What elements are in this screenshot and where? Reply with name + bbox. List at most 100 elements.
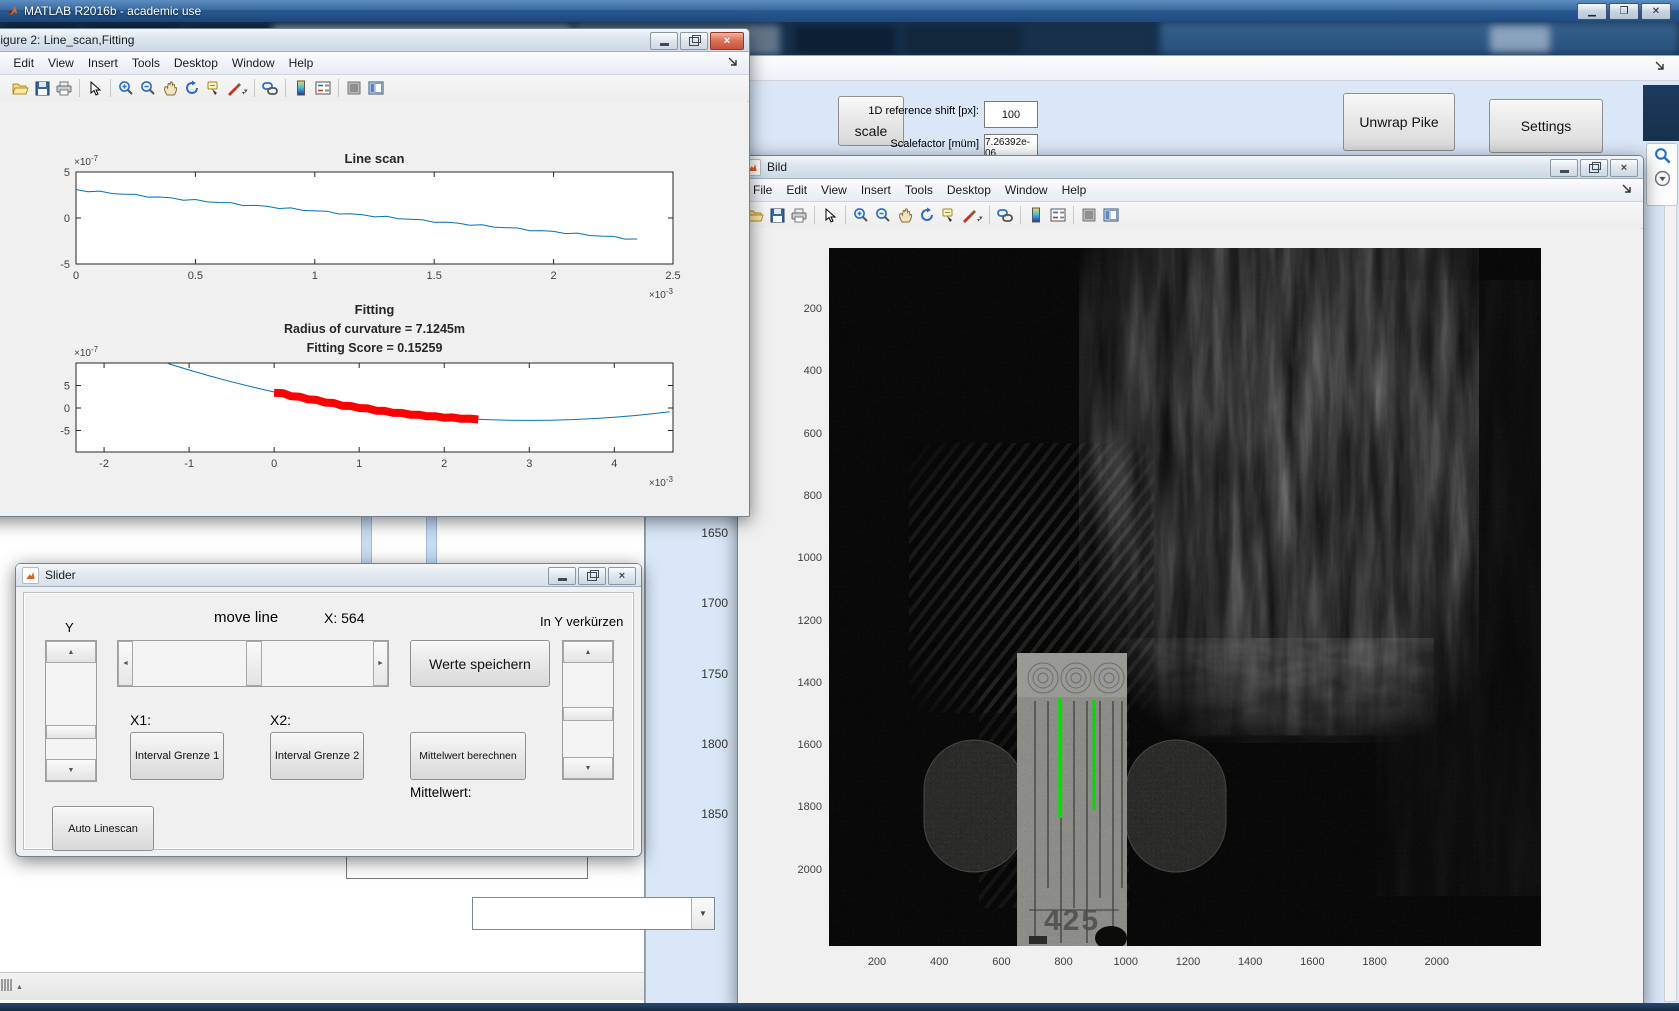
menu-item-tools[interactable]: Tools [125, 54, 167, 72]
zoom-in-icon[interactable] [115, 78, 137, 98]
slider-down-arrow-icon[interactable]: ▼ [46, 759, 96, 781]
toolstrip-edge [1643, 85, 1679, 141]
mittelwert-berechnen-button[interactable]: Mittelwert berechnen [410, 732, 526, 780]
dock-arrow-icon[interactable] [1621, 183, 1633, 195]
bild-close-button[interactable]: × [1610, 159, 1638, 177]
y-slider[interactable]: ▲ ▼ [45, 640, 97, 782]
show-plot-tools-icon[interactable] [365, 78, 387, 98]
slider-up-arrow-icon[interactable]: ▲ [46, 641, 96, 663]
os-restore-button[interactable]: ❐ [1609, 3, 1639, 20]
bild-restore-button[interactable] [1580, 159, 1608, 177]
bild-titlebar[interactable]: Bild × [738, 156, 1643, 179]
interval-grenze-1-button[interactable]: Interval Grenze 1 [130, 732, 224, 780]
bild-xtick: 400 [919, 956, 959, 968]
data-cursor-icon[interactable] [203, 78, 225, 98]
svg-text:-2: -2 [99, 458, 109, 470]
zoom-in-icon[interactable] [850, 205, 872, 225]
svg-text:×10-7: ×10-7 [74, 345, 99, 359]
collapse-panel-icon[interactable] [1654, 170, 1671, 187]
bild-ytick: 400 [778, 365, 822, 377]
rotate-3d-icon[interactable] [916, 205, 938, 225]
data-cursor-icon[interactable] [938, 205, 960, 225]
dock-arrow-icon[interactable] [727, 56, 739, 68]
insert-legend-icon[interactable] [312, 78, 334, 98]
bild-minimize-button[interactable] [1550, 159, 1578, 177]
insert-colorbar-icon[interactable] [1025, 205, 1047, 225]
insert-colorbar-icon[interactable] [290, 78, 312, 98]
insert-legend-icon[interactable] [1047, 205, 1069, 225]
menu-item-window[interactable]: Window [998, 181, 1055, 199]
menu-item-insert[interactable]: Insert [81, 54, 125, 72]
figure2-close-button[interactable]: × [710, 32, 744, 50]
open-icon[interactable] [9, 78, 31, 98]
menu-item-edit[interactable]: Edit [779, 181, 814, 199]
figure2-minimize-button[interactable] [650, 32, 678, 50]
print-icon[interactable] [788, 205, 810, 225]
svg-text:3: 3 [526, 458, 532, 470]
bild-xtick: 1800 [1355, 956, 1395, 968]
brush-dropdown-icon[interactable]: ▾ [979, 214, 983, 222]
ref-shift-input[interactable]: 100 [984, 101, 1038, 128]
slider-titlebar[interactable]: Slider × [16, 564, 641, 587]
svg-text:Fitting: Fitting [355, 302, 395, 317]
menu-item-desktop[interactable]: Desktop [940, 181, 998, 199]
slider-thumb[interactable] [46, 725, 96, 739]
panel-grip-icon[interactable]: ▲ [1, 979, 644, 991]
save-icon[interactable] [766, 205, 788, 225]
menu-item-view[interactable]: View [814, 181, 854, 199]
slider-right-arrow-icon[interactable]: ► [373, 641, 388, 686]
unwrap-pike-button[interactable]: Unwrap Pike [1343, 93, 1455, 151]
move-line-slider[interactable]: ◄ ► [117, 640, 389, 687]
pan-icon[interactable] [159, 78, 181, 98]
bild-image[interactable]: 425 [829, 248, 1541, 946]
pointer-icon[interactable] [84, 78, 106, 98]
brush-dropdown-icon[interactable]: ▾ [244, 87, 248, 95]
hide-plot-tools-icon[interactable] [343, 78, 365, 98]
hide-plot-tools-icon[interactable] [1078, 205, 1100, 225]
taskbar[interactable] [0, 1003, 1679, 1011]
background-dropdown[interactable]: ▼ [472, 897, 715, 930]
search-icon[interactable] [1654, 147, 1671, 164]
print-icon[interactable] [53, 78, 75, 98]
os-minimize-button[interactable]: ▁ [1577, 3, 1607, 20]
interval-grenze-2-button[interactable]: Interval Grenze 2 [270, 732, 364, 780]
link-plot-icon[interactable] [994, 205, 1016, 225]
menu-item-edit[interactable]: Edit [6, 54, 41, 72]
slider-close-button[interactable]: × [608, 567, 636, 585]
menu-item-file[interactable]: File [746, 181, 779, 199]
zoom-out-icon[interactable] [137, 78, 159, 98]
auto-linescan-button[interactable]: Auto Linescan [52, 806, 154, 851]
rotate-3d-icon[interactable] [181, 78, 203, 98]
matlab-titlebar[interactable]: MATLAB R2016b - academic use ▁ ❐ ✕ [0, 0, 1679, 22]
menu-item-insert[interactable]: Insert [854, 181, 898, 199]
dock-arrow-icon[interactable] [1654, 60, 1666, 72]
menu-item-window[interactable]: Window [225, 54, 282, 72]
slider-minimize-button[interactable] [548, 567, 576, 585]
os-close-button[interactable]: ✕ [1641, 3, 1671, 20]
menu-item-help[interactable]: Help [282, 54, 321, 72]
menu-item-view[interactable]: View [41, 54, 81, 72]
menu-item-desktop[interactable]: Desktop [167, 54, 225, 72]
figure2-titlebar[interactable]: Figure 2: Line_scan,Fitting × [0, 29, 749, 52]
slider-left-arrow-icon[interactable]: ◄ [118, 641, 133, 686]
slider-restore-button[interactable] [578, 567, 606, 585]
slider-thumb[interactable] [246, 641, 262, 686]
slider-thumb[interactable] [563, 707, 613, 721]
in-y-slider[interactable]: ▲ ▼ [562, 640, 614, 780]
save-icon[interactable] [31, 78, 53, 98]
slider-up-arrow-icon[interactable]: ▲ [563, 641, 613, 663]
link-plot-icon[interactable] [259, 78, 281, 98]
line-scan-and-fitting-plots[interactable]: 00.511.522.5-505×10-7×10-3Line scan-2-10… [0, 101, 747, 514]
pan-icon[interactable] [894, 205, 916, 225]
settings-button[interactable]: Settings [1489, 99, 1603, 153]
menu-item-help[interactable]: Help [1055, 181, 1094, 199]
zoom-out-icon[interactable] [872, 205, 894, 225]
werte-speichern-button[interactable]: Werte speichern [410, 640, 550, 687]
menu-item-tools[interactable]: Tools [898, 181, 940, 199]
slider-down-arrow-icon[interactable]: ▼ [563, 757, 613, 779]
show-plot-tools-icon[interactable] [1100, 205, 1122, 225]
background-scrollbar[interactable] [1664, 205, 1677, 1002]
dropdown-arrow-icon[interactable]: ▼ [691, 898, 714, 929]
pointer-icon[interactable] [819, 205, 841, 225]
figure2-restore-button[interactable] [680, 32, 708, 50]
